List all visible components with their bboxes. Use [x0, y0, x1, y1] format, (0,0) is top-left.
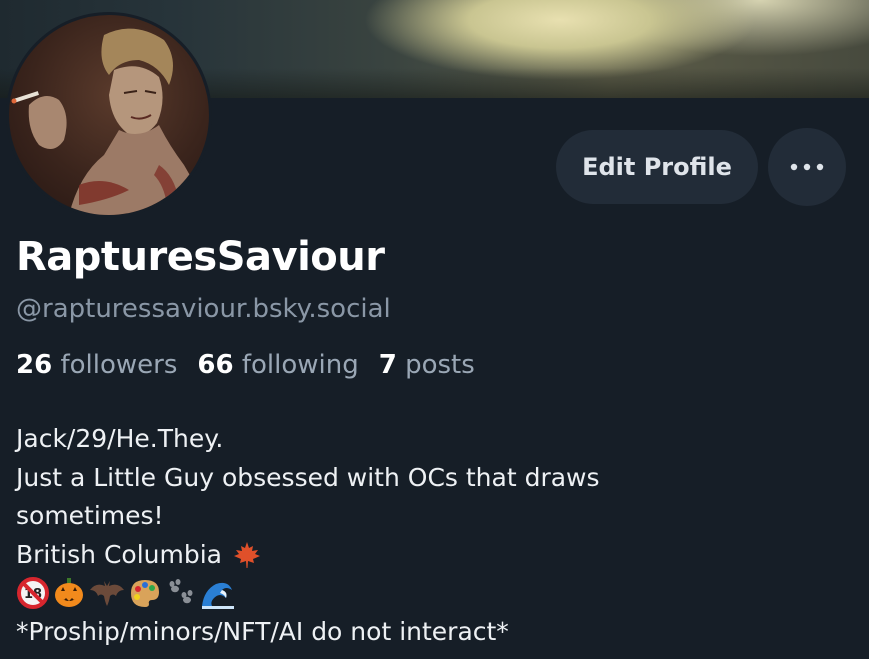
bat-icon — [90, 581, 124, 607]
followers-label: followers — [60, 350, 178, 380]
following-label: following — [241, 350, 359, 380]
profile-bio: Jack/29/He.They. Just a Little Guy obses… — [16, 420, 856, 651]
avatar[interactable] — [6, 12, 212, 218]
more-options-button[interactable] — [768, 128, 846, 206]
maple-leaf-icon — [233, 541, 260, 568]
artist-palette-icon — [131, 580, 159, 608]
bio-line: Jack/29/He.They. — [16, 424, 224, 453]
posts-label: posts — [405, 350, 475, 380]
followers-link[interactable]: 26 followers — [16, 350, 177, 380]
following-count: 66 — [197, 350, 234, 380]
water-wave-icon — [202, 583, 234, 610]
following-link[interactable]: 66 following — [197, 350, 358, 380]
jack-o-lantern-icon — [55, 578, 83, 608]
edit-profile-button[interactable]: Edit Profile — [556, 130, 758, 204]
bio-emoji-row: 18 — [16, 574, 856, 613]
followers-count: 26 — [16, 350, 53, 380]
bio-line-location: British Columbia — [16, 536, 856, 575]
ellipsis-icon — [790, 163, 824, 171]
bio-line: Just a Little Guy obsessed with OCs that… — [16, 462, 600, 492]
bio-location-text: British Columbia — [16, 539, 222, 569]
profile-stats: 26 followers 66 following 7 posts — [16, 350, 495, 380]
posts-count: 7 — [378, 350, 397, 380]
no-under-18-icon: 18 — [17, 577, 49, 610]
avatar-illustration — [11, 28, 209, 215]
bio-line: *Proship/minors/NFT/AI do not interact* — [16, 616, 509, 646]
paw-prints-icon — [169, 579, 193, 604]
profile-handle: @rapturessaviour.bsky.social — [16, 294, 391, 324]
bio-line: sometimes! — [16, 501, 164, 530]
posts-stat: 7 posts — [379, 350, 475, 380]
display-name: RapturesSaviour — [16, 234, 385, 280]
